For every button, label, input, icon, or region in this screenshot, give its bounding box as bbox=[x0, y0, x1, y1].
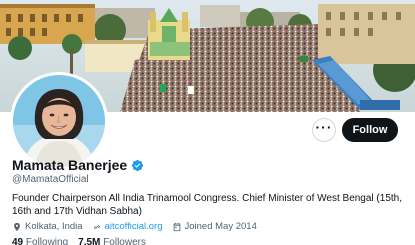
profile-avatar[interactable] bbox=[10, 72, 108, 170]
following-stat[interactable]: 49 Following bbox=[12, 237, 68, 245]
profile-handle: @MamataOfficial bbox=[12, 174, 89, 185]
followers-count: 7.5M bbox=[78, 237, 101, 245]
following-count: 49 bbox=[12, 237, 24, 245]
profile-meta: Kolkata, India aitcofficial.org Joined M… bbox=[12, 221, 266, 232]
display-name: Mamata Banerjee bbox=[12, 157, 144, 173]
location-text: Kolkata, India bbox=[25, 221, 83, 232]
website-link[interactable]: aitcofficial.org bbox=[105, 221, 163, 232]
display-name-text: Mamata Banerjee bbox=[12, 157, 128, 173]
joined-item: Joined May 2014 bbox=[172, 221, 257, 232]
location-item: Kolkata, India bbox=[12, 221, 83, 232]
more-options-button[interactable]: ··· bbox=[312, 118, 336, 142]
calendar-icon bbox=[173, 222, 180, 231]
location-pin-icon bbox=[14, 222, 20, 231]
followers-stat[interactable]: 7.5M Followers bbox=[78, 237, 146, 245]
profile-bio: Founder Chairperson All India Trinamool … bbox=[12, 193, 403, 217]
profile-stats: 49 Following 7.5M Followers bbox=[12, 237, 146, 245]
website-item[interactable]: aitcofficial.org bbox=[92, 221, 163, 232]
link-icon bbox=[93, 224, 100, 229]
more-options-icon: ··· bbox=[315, 119, 333, 135]
joined-text: Joined May 2014 bbox=[184, 221, 257, 232]
following-label: Following bbox=[25, 237, 69, 245]
verified-badge-icon bbox=[132, 159, 144, 171]
follow-button[interactable]: Follow bbox=[342, 118, 398, 142]
followers-label: Followers bbox=[103, 237, 146, 245]
